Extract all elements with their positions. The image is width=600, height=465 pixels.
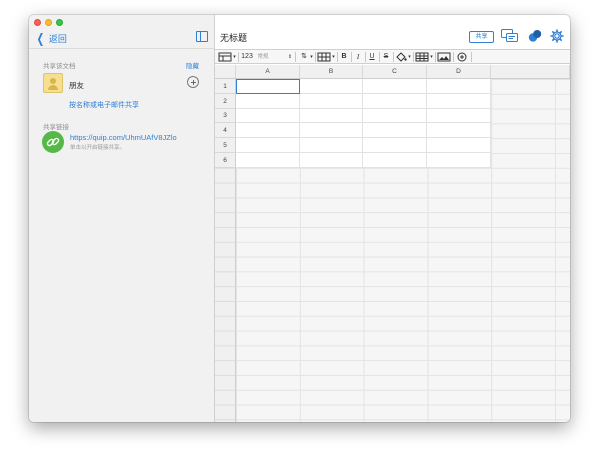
hide-link[interactable]: 隐藏: [186, 60, 199, 70]
app-window: ❮ 返回 共享该文档 隐藏 朋友 按名称或电子邮件共享 共享链接 https:/…: [29, 15, 570, 422]
toolbar-separator: [315, 52, 316, 62]
grid-borders-icon[interactable]: [317, 52, 331, 62]
cell-d6[interactable]: [427, 153, 491, 168]
cell-b3[interactable]: [300, 109, 363, 123]
back-button[interactable]: ❮ 返回: [35, 32, 67, 45]
cell-b5[interactable]: [300, 138, 363, 153]
toggle-sidebar-icon[interactable]: [196, 31, 208, 42]
cell-a6[interactable]: [236, 153, 300, 168]
cell-a2[interactable]: [236, 94, 300, 109]
share-button[interactable]: 共享: [469, 31, 494, 43]
strikethrough-button[interactable]: S: [381, 52, 391, 62]
cell-c4[interactable]: [363, 123, 427, 138]
friend-folder-icon[interactable]: [43, 73, 63, 93]
document-title[interactable]: 无标题: [220, 31, 247, 44]
spreadsheet-grid: A B C D 1 2 3 4 5 6: [215, 65, 570, 422]
cell-b2[interactable]: [300, 94, 363, 109]
toolbar-separator: [471, 52, 472, 62]
toolbar-separator: [365, 52, 366, 62]
cell-c1[interactable]: [363, 79, 427, 94]
cell-d3[interactable]: [427, 109, 491, 123]
cell-a4[interactable]: [236, 123, 300, 138]
chevron-left-icon: ❮: [36, 31, 45, 46]
sidebar: ❮ 返回 共享该文档 隐藏 朋友 按名称或电子邮件共享 共享链接 https:/…: [29, 15, 215, 422]
cell-c5[interactable]: [363, 138, 427, 153]
main-area: 无标题 共享 ▾ 123 常规 ⇕ ⇅ ▾ ▾ B I U S ▾ ▾ A B …: [215, 15, 570, 422]
row-header-4[interactable]: 4: [215, 123, 236, 138]
underline-button[interactable]: U: [367, 52, 377, 62]
window-controls: [34, 19, 63, 26]
column-header-empty: [491, 65, 570, 79]
invite-by-name-link[interactable]: 按名称或电子邮件共享: [69, 100, 139, 110]
row-header-6[interactable]: 6: [215, 153, 236, 168]
toolbar-separator: [393, 52, 394, 62]
link-icon[interactable]: [42, 131, 64, 153]
toolbar-separator: [413, 52, 414, 62]
column-header-a[interactable]: A: [236, 65, 300, 79]
row-header-1[interactable]: 1: [215, 79, 236, 94]
cell-b6[interactable]: [300, 153, 363, 168]
gear-icon[interactable]: [550, 29, 564, 43]
fill-color-icon[interactable]: [395, 52, 407, 62]
column-header-b[interactable]: B: [300, 65, 363, 79]
cell-d4[interactable]: [427, 123, 491, 138]
minimize-window-button[interactable]: [45, 19, 52, 26]
insert-image-icon[interactable]: [437, 52, 451, 62]
chat-window-icon[interactable]: [501, 29, 519, 43]
column-header-c[interactable]: C: [363, 65, 427, 79]
chevron-down-icon[interactable]: ▾: [232, 52, 237, 62]
cell-c2[interactable]: [363, 94, 427, 109]
back-label: 返回: [48, 34, 67, 44]
italic-button[interactable]: I: [353, 52, 363, 62]
cell-a1[interactable]: [236, 79, 300, 94]
table-layout-icon[interactable]: [218, 52, 232, 62]
conversation-icon[interactable]: [528, 29, 542, 43]
cell-d2[interactable]: [427, 94, 491, 109]
cell-c6[interactable]: [363, 153, 427, 168]
cell-a5[interactable]: [236, 138, 300, 153]
cell-c3[interactable]: [363, 109, 427, 123]
share-link-hint: 单击以开启链接共享。: [70, 145, 126, 151]
insert-comment-icon[interactable]: [455, 52, 469, 62]
toolbar-separator: [453, 52, 454, 62]
number-format-sub[interactable]: 常规: [256, 52, 270, 62]
insert-table-icon[interactable]: [415, 52, 429, 62]
number-format-stepper-icon[interactable]: ⇕: [287, 52, 293, 62]
cell-b1[interactable]: [300, 79, 363, 94]
shared-doc-section-label: 共享该文档: [43, 63, 76, 70]
column-header-d[interactable]: D: [427, 65, 491, 79]
cell-a3[interactable]: [236, 109, 300, 123]
chevron-down-icon[interactable]: ▾: [407, 52, 412, 62]
zoom-window-button[interactable]: [56, 19, 63, 26]
row-header-2[interactable]: 2: [215, 94, 236, 109]
cell-d5[interactable]: [427, 138, 491, 153]
add-member-button[interactable]: [187, 76, 199, 88]
close-window-button[interactable]: [34, 19, 41, 26]
toolbar-separator: [295, 52, 296, 62]
toolbar-separator: [379, 52, 380, 62]
chevron-down-icon[interactable]: ▾: [309, 52, 314, 62]
chevron-down-icon[interactable]: ▾: [429, 52, 434, 62]
sidebar-divider: [29, 48, 214, 49]
row-header-3[interactable]: 3: [215, 109, 236, 123]
number-format-value[interactable]: 123: [239, 52, 255, 62]
share-link-url[interactable]: https://quip.com/UhmUAfV8JZlo: [70, 133, 177, 142]
row-header-5[interactable]: 5: [215, 138, 236, 153]
corner-header[interactable]: [215, 65, 236, 79]
toolbar-separator: [435, 52, 436, 62]
share-link-section-label: 共享链接: [43, 124, 69, 131]
toolbar-separator: [351, 52, 352, 62]
cell-b4[interactable]: [300, 123, 363, 138]
format-toolbar: ▾ 123 常规 ⇕ ⇅ ▾ ▾ B I U S ▾ ▾: [215, 50, 570, 64]
friend-name[interactable]: 朋友: [69, 80, 84, 91]
cell-d1[interactable]: [427, 79, 491, 94]
chevron-down-icon[interactable]: ▾: [331, 52, 336, 62]
bold-button[interactable]: B: [339, 52, 349, 62]
toolbar-separator: [337, 52, 338, 62]
